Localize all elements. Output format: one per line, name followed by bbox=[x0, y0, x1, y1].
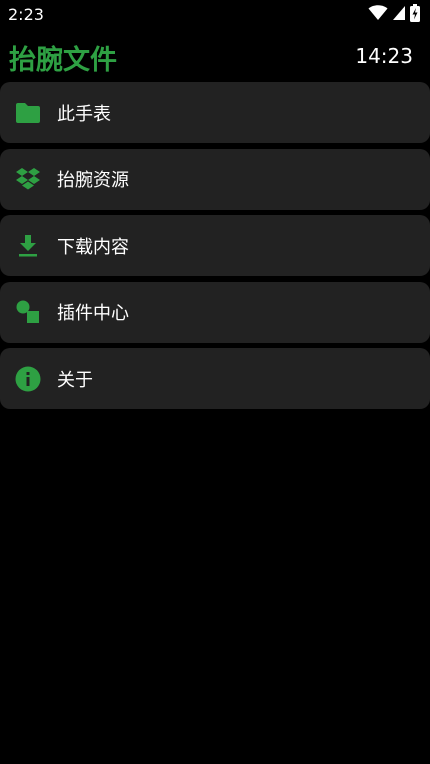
menu-item-label: 下载内容 bbox=[57, 236, 129, 258]
menu-item-label: 抬腕资源 bbox=[57, 170, 129, 191]
folder-icon bbox=[14, 99, 42, 127]
menu-item-this-watch[interactable]: 此手表 bbox=[0, 82, 430, 143]
menu-list: 此手表 抬腕资源 下载内容 插件中心 关于 bbox=[0, 82, 430, 415]
menu-item-downloads[interactable]: 下载内容 bbox=[0, 215, 430, 276]
cellular-signal-icon bbox=[392, 5, 406, 25]
menu-item-about[interactable]: 关于 bbox=[0, 348, 430, 409]
header-clock: 14:23 bbox=[355, 44, 413, 68]
plugin-shapes-icon bbox=[14, 298, 42, 326]
battery-charging-icon bbox=[410, 4, 420, 26]
menu-item-label: 关于 bbox=[57, 369, 93, 391]
wifi-icon bbox=[368, 5, 388, 25]
menu-item-label: 此手表 bbox=[57, 103, 111, 125]
app-header: 抬腕文件 14:23 bbox=[0, 30, 430, 80]
dropbox-icon bbox=[14, 165, 42, 193]
menu-item-resources[interactable]: 抬腕资源 bbox=[0, 148, 430, 210]
menu-item-plugin-center[interactable]: 插件中心 bbox=[0, 281, 430, 343]
menu-item-label: 插件中心 bbox=[57, 303, 129, 324]
info-icon bbox=[14, 365, 42, 393]
download-icon bbox=[14, 232, 42, 260]
status-bar: 2:23 bbox=[0, 0, 430, 30]
app-title: 抬腕文件 bbox=[9, 45, 117, 76]
status-time: 2:23 bbox=[8, 5, 44, 24]
status-icons bbox=[368, 4, 420, 26]
